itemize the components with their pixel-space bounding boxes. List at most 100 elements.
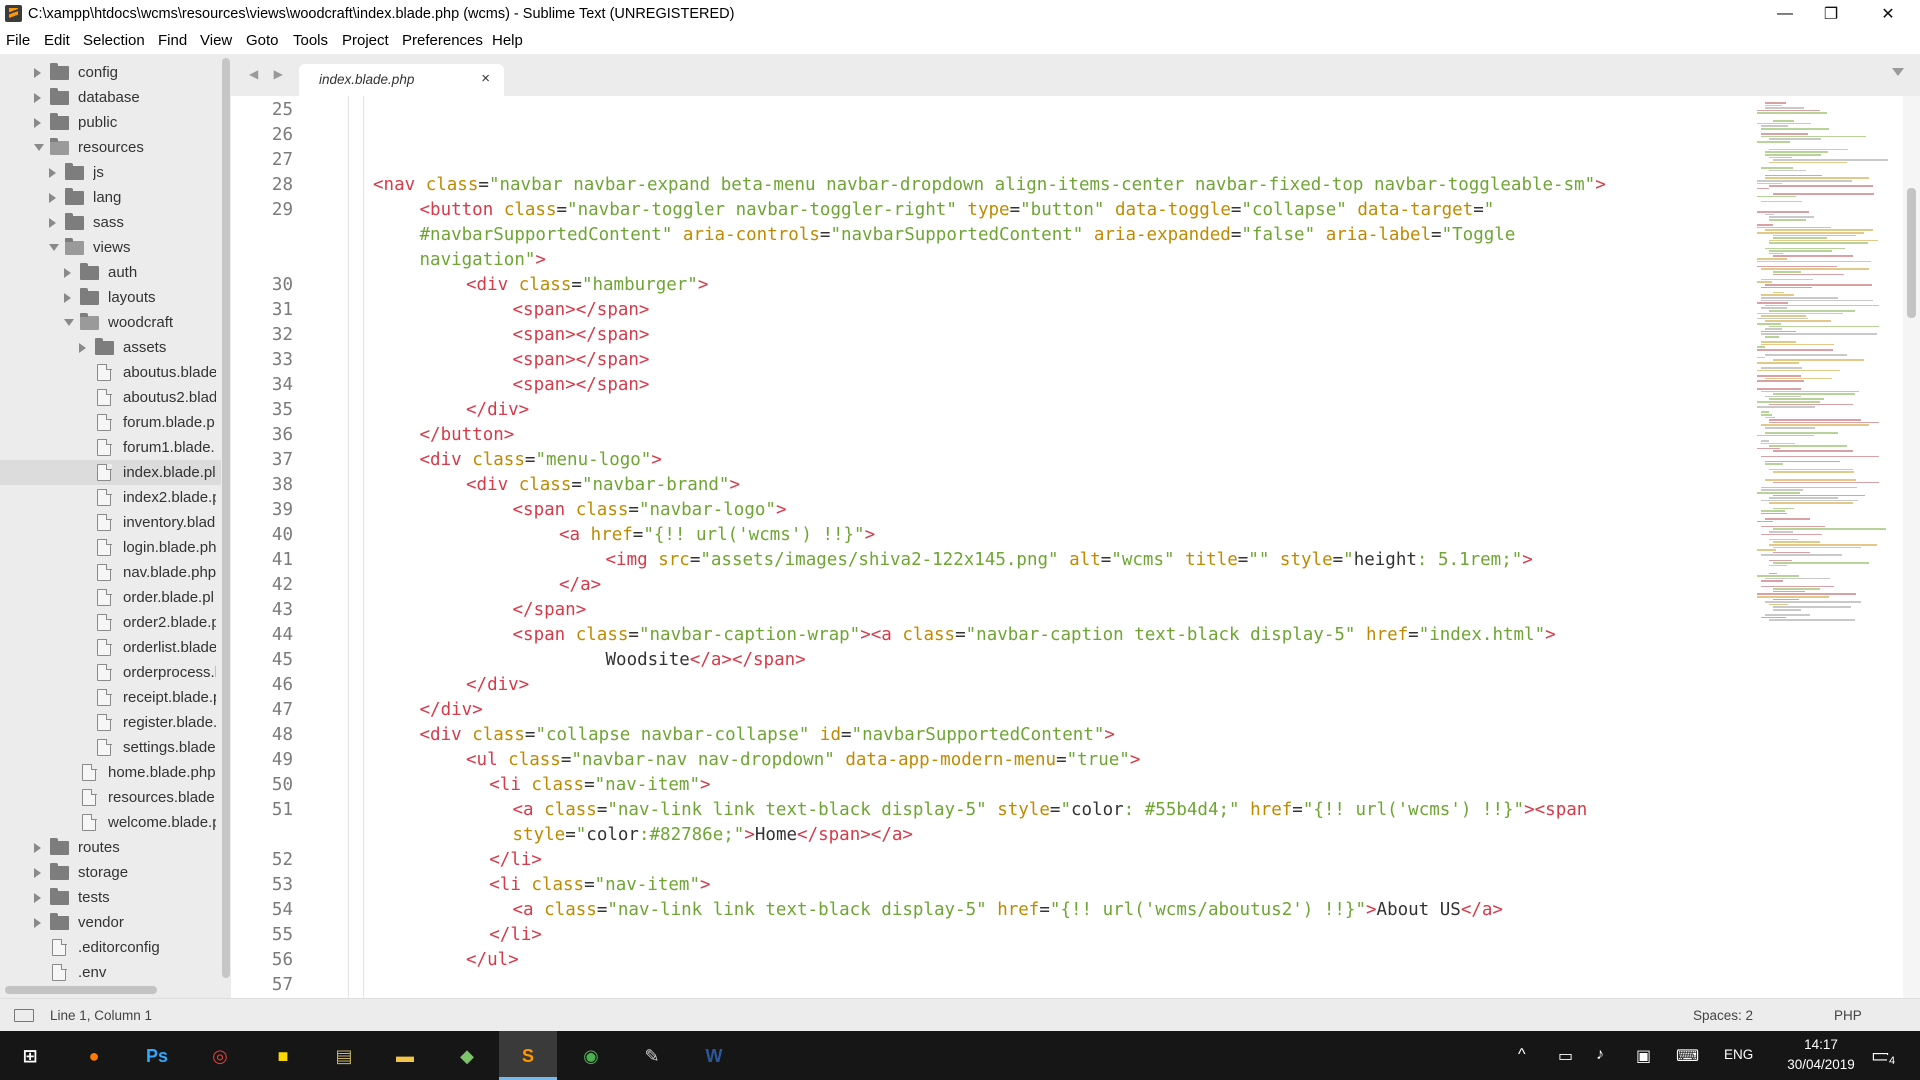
tab-close-icon[interactable]: × [481, 70, 490, 87]
folder-item[interactable]: woodcraft [0, 310, 222, 335]
swirl-app-icon[interactable]: ◎ [203, 1039, 237, 1073]
folder-item[interactable]: auth [0, 260, 222, 285]
menu-goto[interactable]: Goto [246, 32, 279, 49]
chevron-right-icon[interactable] [34, 868, 41, 878]
folder-item[interactable]: routes [0, 835, 222, 860]
folder-item[interactable]: storage [0, 860, 222, 885]
input-language[interactable]: ENG [1724, 1047, 1753, 1062]
chevron-right-icon[interactable] [64, 293, 71, 303]
chevron-right-icon[interactable] [79, 343, 86, 353]
notes-app-icon[interactable]: ▤ [327, 1039, 361, 1073]
sticky-notes-icon[interactable]: ■ [266, 1039, 300, 1073]
folder-item[interactable]: resources [0, 135, 222, 160]
tab-index-blade[interactable]: index.blade.php × [299, 64, 504, 96]
start-icon[interactable]: ⊞ [13, 1039, 47, 1073]
file-item[interactable]: order2.blade.p [0, 610, 222, 635]
file-item[interactable]: .editorconfig [0, 935, 222, 960]
minimize-button[interactable]: — [1762, 0, 1808, 28]
file-item[interactable]: forum1.blade. [0, 435, 222, 460]
file-item[interactable]: forum.blade.p [0, 410, 222, 435]
editor-scroll-thumb[interactable] [1907, 188, 1916, 318]
indentation-setting[interactable]: Spaces: 2 [1693, 1008, 1753, 1023]
battery-icon[interactable]: ▭ [1558, 1046, 1573, 1066]
syntax-selector[interactable]: PHP [1834, 1008, 1862, 1023]
menu-view[interactable]: View [200, 32, 232, 49]
sidebar-scroll-thumb[interactable] [222, 58, 230, 978]
folder-item[interactable]: assets [0, 335, 222, 360]
folder-item[interactable]: views [0, 235, 222, 260]
file-item[interactable]: orderprocess.l [0, 660, 222, 685]
tab-dropdown-icon[interactable] [1892, 68, 1904, 76]
chevron-down-icon[interactable] [34, 144, 44, 151]
chevron-right-icon[interactable] [34, 843, 41, 853]
folder-item[interactable]: database [0, 85, 222, 110]
chevron-right-icon[interactable] [49, 218, 56, 228]
menu-file[interactable]: File [6, 32, 30, 49]
code-editor[interactable]: <nav class="navbar navbar-expand beta-me… [323, 96, 1753, 998]
file-item[interactable]: resources.blade. [0, 785, 222, 810]
tray-chevron-up-icon[interactable]: ^ [1518, 1046, 1526, 1064]
menu-project[interactable]: Project [342, 32, 389, 49]
photoshop-icon[interactable]: Ps [140, 1039, 174, 1073]
folder-item[interactable]: public [0, 110, 222, 135]
chevron-right-icon[interactable] [34, 893, 41, 903]
paint-app-icon[interactable]: ✎ [635, 1039, 669, 1073]
editor-vertical-scrollbar[interactable] [1903, 96, 1920, 998]
folder-item[interactable]: vendor [0, 910, 222, 935]
menu-selection[interactable]: Selection [83, 32, 145, 49]
clock-time[interactable]: 14:17 [1790, 1037, 1852, 1052]
folder-item[interactable]: js [0, 160, 222, 185]
file-item[interactable]: index2.blade.p [0, 485, 222, 510]
menu-find[interactable]: Find [158, 32, 187, 49]
folder-item[interactable]: layouts [0, 285, 222, 310]
firefox-icon[interactable]: ● [77, 1039, 111, 1073]
file-explorer-icon[interactable]: ▬ [388, 1039, 422, 1073]
keyboard-icon[interactable]: ⌨ [1676, 1046, 1699, 1066]
git-app-icon[interactable]: ◆ [450, 1039, 484, 1073]
volume-icon[interactable]: ♪ [1596, 1046, 1604, 1064]
chevron-right-icon[interactable] [34, 68, 41, 78]
menu-edit[interactable]: Edit [44, 32, 70, 49]
chevron-right-icon[interactable] [34, 918, 41, 928]
minimap[interactable] [1753, 96, 1903, 998]
sidebar-vertical-scrollbar[interactable] [221, 54, 231, 998]
chevron-right-icon[interactable] [34, 93, 41, 103]
maximize-button[interactable]: ❐ [1808, 0, 1854, 28]
tab-navigation-arrows[interactable]: ◀ ▶ [249, 67, 289, 81]
chevron-down-icon[interactable] [49, 244, 59, 251]
file-item[interactable]: aboutus.blade [0, 360, 222, 385]
file-item[interactable]: nav.blade.php [0, 560, 222, 585]
file-item[interactable]: register.blade. [0, 710, 222, 735]
chevron-right-icon[interactable] [49, 168, 56, 178]
file-item[interactable]: receipt.blade.p [0, 685, 222, 710]
file-item[interactable]: .env [0, 960, 222, 985]
file-item[interactable]: welcome.blade.p [0, 810, 222, 835]
chevron-down-icon[interactable] [64, 319, 74, 326]
file-item[interactable]: login.blade.ph [0, 535, 222, 560]
chrome-icon[interactable]: ◉ [574, 1039, 608, 1073]
close-button[interactable]: ✕ [1865, 0, 1911, 28]
file-item[interactable]: order.blade.pl [0, 585, 222, 610]
menu-preferences[interactable]: Preferences [402, 32, 483, 49]
menu-help[interactable]: Help [492, 32, 523, 49]
file-item[interactable]: settings.blade. [0, 735, 222, 760]
file-item[interactable]: index.blade.pl [0, 460, 222, 485]
file-item[interactable]: aboutus2.blad [0, 385, 222, 410]
file-item[interactable]: home.blade.php [0, 760, 222, 785]
folder-item[interactable]: config [0, 60, 222, 85]
word-icon[interactable]: W [697, 1039, 731, 1073]
folder-item[interactable]: tests [0, 885, 222, 910]
sidebar-horizontal-scrollbar[interactable] [5, 986, 157, 994]
folder-item[interactable]: lang [0, 185, 222, 210]
menu-tools[interactable]: Tools [293, 32, 328, 49]
network-icon[interactable]: ▣ [1636, 1046, 1651, 1066]
file-item[interactable]: inventory.blad [0, 510, 222, 535]
panel-toggle-icon[interactable] [14, 1009, 34, 1022]
file-item[interactable]: orderlist.blade [0, 635, 222, 660]
chevron-right-icon[interactable] [49, 193, 56, 203]
clock-date[interactable]: 30/04/2019 [1780, 1057, 1862, 1072]
sublime-text-icon[interactable]: S [511, 1039, 545, 1073]
chevron-right-icon[interactable] [34, 118, 41, 128]
folder-item[interactable]: sass [0, 210, 222, 235]
chevron-right-icon[interactable] [64, 268, 71, 278]
